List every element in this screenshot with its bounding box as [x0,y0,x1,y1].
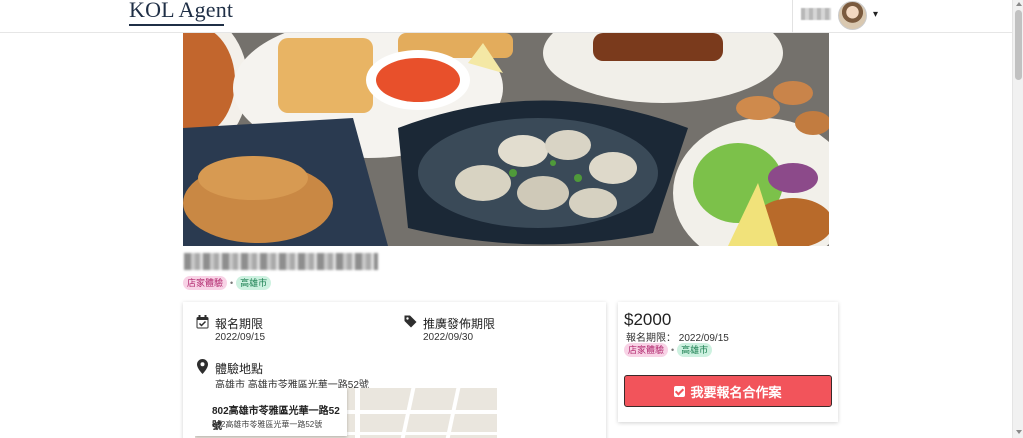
top-navbar: KOL Agent ▾ [0,0,1012,33]
page-scrollbar[interactable] [1012,0,1023,438]
food-photo [183,33,829,246]
map-info-popup: 802高雄市苓雅區光華一路52號 802高雄市苓雅區光華一路52號 [195,388,347,436]
campaign-hero-image [183,33,829,246]
publish-deadline-label: 推廣發佈期限 [423,317,496,331]
apply-summary-card: $2000 報名期限： 2022/09/15 店家體驗 • 高雄市 我要報名合作… [618,302,838,422]
signup-deadline-label: 報名期限 [215,317,264,331]
avatar[interactable] [838,1,867,30]
map-pin-icon [197,359,208,374]
location-map[interactable]: 802高雄市苓雅區光華一路52號 802高雄市苓雅區光華一路52號 [195,388,497,438]
location-label: 體驗地點 [215,362,264,376]
logo-underline [129,24,224,26]
reward-price: $2000 [624,310,672,329]
tag-icon [404,315,417,328]
summary-deadline: 報名期限： 2022/09/15 [626,333,729,344]
apply-button-label: 我要報名合作案 [690,384,782,400]
page: KOL Agent ▾ 店家體驗 • 高雄市 報名期限 2022/09/15 推… [0,0,1023,438]
signup-deadline-value: 2022/09/15 [215,332,266,343]
site-logo[interactable]: KOL Agent [129,0,233,23]
user-name-redacted[interactable] [801,8,831,20]
tag-city: 高雄市 [236,276,272,290]
campaign-title-redacted [184,253,378,270]
tag-separator: • [230,278,234,288]
scroll-thumb[interactable] [1015,10,1022,80]
nav-divider [792,0,793,33]
summary-tags: 店家體驗 • 高雄市 [624,343,713,357]
scroll-down-icon[interactable] [1016,430,1022,434]
chevron-down-icon[interactable]: ▾ [873,9,878,20]
tag-city: 高雄市 [677,343,713,357]
map-popup-subtitle: 802高雄市苓雅區光華一路52號 [212,420,323,429]
publish-deadline-value: 2022/09/30 [423,332,474,343]
scroll-up-icon[interactable] [1016,2,1022,6]
campaign-tags: 店家體驗 • 高雄市 [183,276,272,290]
checkbox-icon [674,385,686,397]
campaign-details-card: 報名期限 2022/09/15 推廣發佈期限 2022/09/30 體驗地點 高… [183,302,606,438]
calendar-check-icon [196,315,209,329]
apply-button[interactable]: 我要報名合作案 [624,375,832,407]
tag-category: 店家體驗 [183,276,228,290]
tag-separator: • [671,345,675,355]
tag-category: 店家體驗 [624,343,669,357]
